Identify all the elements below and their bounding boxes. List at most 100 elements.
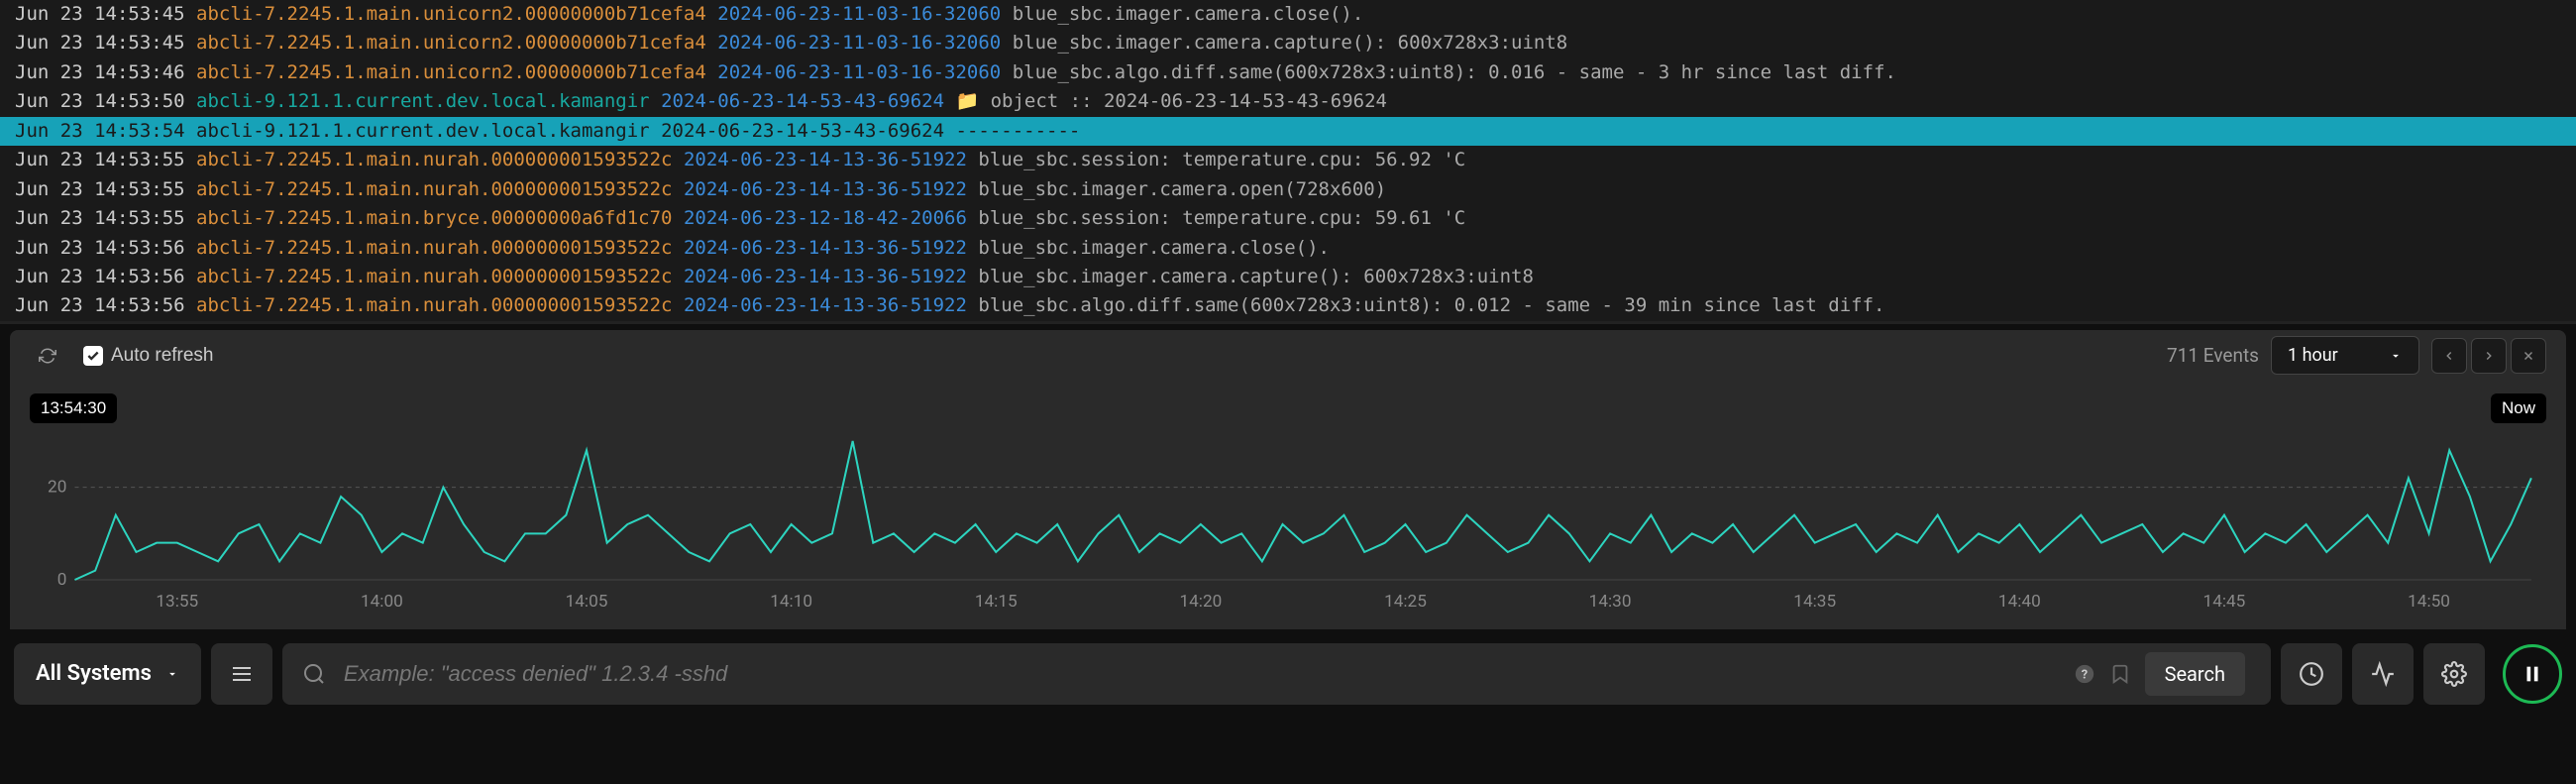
svg-text:14:15: 14:15 xyxy=(975,592,1018,612)
activity-icon xyxy=(2370,661,2396,687)
svg-text:14:45: 14:45 xyxy=(2203,592,2246,612)
live-tail-button[interactable] xyxy=(2352,643,2414,705)
log-message: blue_sbc.algo.diff.same(600x728x3:uint8)… xyxy=(1013,61,1896,83)
log-message: blue_sbc.imager.camera.close(). xyxy=(1013,3,1364,25)
menu-button[interactable] xyxy=(211,643,272,705)
svg-text:14:10: 14:10 xyxy=(770,592,812,612)
log-source: abcli-7.2245.1.main.unicorn2.00000000b71… xyxy=(196,61,706,83)
svg-text:14:00: 14:00 xyxy=(361,592,403,612)
log-message: 📁 object :: 2024-06-23-14-53-43-69624 xyxy=(956,90,1387,112)
log-message: ----------- xyxy=(956,120,1081,142)
log-timestamp: Jun 23 14:53:54 xyxy=(15,120,185,142)
log-timestamp: Jun 23 14:53:45 xyxy=(15,32,185,54)
clock-icon xyxy=(2299,661,2324,687)
svg-text:?: ? xyxy=(2081,667,2087,682)
time-now-badge: Now xyxy=(2491,393,2546,423)
log-session: 2024-06-23-14-53-43-69624 xyxy=(661,120,944,142)
log-source: abcli-7.2245.1.main.bryce.00000000a6fd1c… xyxy=(196,207,672,229)
log-session: 2024-06-23-11-03-16-32060 xyxy=(717,32,1001,54)
log-line[interactable]: Jun 23 14:53:54 abcli-9.121.1.current.de… xyxy=(0,117,2576,146)
log-session: 2024-06-23-14-53-43-69624 xyxy=(661,90,944,112)
next-button[interactable] xyxy=(2471,338,2507,374)
auto-refresh-toggle[interactable]: Auto refresh xyxy=(83,345,214,367)
log-session: 2024-06-23-14-13-36-51922 xyxy=(684,294,967,316)
event-chart[interactable]: 13:54:30 Now 20 0 13:55 14:00 14:05 14:10 14:1… xyxy=(10,382,2566,629)
refresh-button[interactable] xyxy=(30,338,65,374)
log-message: blue_sbc.algo.diff.same(600x728x3:uint8)… xyxy=(978,294,1884,316)
log-timestamp: Jun 23 14:53:55 xyxy=(15,178,185,200)
log-source: abcli-9.121.1.current.dev.local.kamangir xyxy=(196,90,650,112)
control-bar: Auto refresh 711 Events 1 hour xyxy=(10,330,2566,382)
log-message: blue_sbc.imager.camera.capture(): 600x72… xyxy=(1013,32,1568,54)
prev-button[interactable] xyxy=(2431,338,2467,374)
log-source: abcli-7.2245.1.main.nurah.00000000159352… xyxy=(196,237,672,259)
log-message: blue_sbc.imager.camera.close(). xyxy=(978,237,1330,259)
svg-text:14:05: 14:05 xyxy=(566,592,608,612)
log-timestamp: Jun 23 14:53:46 xyxy=(15,61,185,83)
chevron-right-icon xyxy=(2482,349,2496,363)
log-timestamp: Jun 23 14:53:55 xyxy=(15,149,185,170)
svg-text:14:30: 14:30 xyxy=(1589,592,1632,612)
svg-text:14:35: 14:35 xyxy=(1793,592,1836,612)
bookmark-icon[interactable] xyxy=(2109,663,2131,685)
svg-text:14:50: 14:50 xyxy=(2408,592,2450,612)
log-line[interactable]: Jun 23 14:53:55 abcli-7.2245.1.main.nura… xyxy=(0,146,2576,174)
log-line[interactable]: Jun 23 14:53:55 abcli-7.2245.1.main.bryc… xyxy=(0,204,2576,233)
log-source: abcli-7.2245.1.main.nurah.00000000159352… xyxy=(196,178,672,200)
svg-text:13:55: 13:55 xyxy=(156,592,198,612)
systems-label: All Systems xyxy=(36,661,152,686)
search-input[interactable] xyxy=(344,661,2056,687)
log-session: 2024-06-23-12-18-42-20066 xyxy=(684,207,967,229)
close-icon xyxy=(2522,349,2535,363)
help-icon[interactable]: ? xyxy=(2074,663,2095,685)
search-input-wrap: ? Search xyxy=(282,643,2271,705)
log-line[interactable]: Jun 23 14:53:45 abcli-7.2245.1.main.unic… xyxy=(0,29,2576,57)
log-message: blue_sbc.session: temperature.cpu: 59.61… xyxy=(978,207,1465,229)
settings-button[interactable] xyxy=(2423,643,2485,705)
log-source: abcli-7.2245.1.main.nurah.00000000159352… xyxy=(196,266,672,287)
auto-refresh-label: Auto refresh xyxy=(111,345,214,367)
divider xyxy=(0,321,2576,324)
time-range-dropdown[interactable]: 1 hour xyxy=(2271,336,2419,375)
events-count: 711 Events xyxy=(2167,344,2259,367)
search-bar: All Systems ? Search xyxy=(14,639,2562,709)
search-button[interactable]: Search xyxy=(2145,652,2245,696)
history-button[interactable] xyxy=(2281,643,2342,705)
log-message: blue_sbc.session: temperature.cpu: 56.92… xyxy=(978,149,1465,170)
log-source: abcli-7.2245.1.main.nurah.00000000159352… xyxy=(196,149,672,170)
checkbox-checked-icon xyxy=(83,346,103,366)
log-timestamp: Jun 23 14:53:56 xyxy=(15,266,185,287)
svg-text:14:20: 14:20 xyxy=(1179,592,1222,612)
log-line[interactable]: Jun 23 14:53:50 abcli-9.121.1.current.de… xyxy=(0,87,2576,116)
log-source: abcli-7.2245.1.main.unicorn2.00000000b71… xyxy=(196,3,706,25)
svg-text:14:25: 14:25 xyxy=(1384,592,1427,612)
svg-text:20: 20 xyxy=(48,478,66,498)
log-line[interactable]: Jun 23 14:53:56 abcli-7.2245.1.main.nura… xyxy=(0,263,2576,291)
log-session: 2024-06-23-11-03-16-32060 xyxy=(717,61,1001,83)
log-viewer[interactable]: Jun 23 14:53:45 abcli-7.2245.1.main.unic… xyxy=(0,0,2576,321)
time-start-badge: 13:54:30 xyxy=(30,393,117,423)
chart-svg: 20 0 13:55 14:00 14:05 14:10 14:15 14:20 14:25 14… xyxy=(35,396,2541,615)
pause-button[interactable] xyxy=(2503,644,2562,704)
log-session: 2024-06-23-14-13-36-51922 xyxy=(684,178,967,200)
log-session: 2024-06-23-14-13-36-51922 xyxy=(684,237,967,259)
log-timestamp: Jun 23 14:53:50 xyxy=(15,90,185,112)
log-line[interactable]: Jun 23 14:53:56 abcli-7.2245.1.main.nura… xyxy=(0,234,2576,263)
log-source: abcli-7.2245.1.main.unicorn2.00000000b71… xyxy=(196,32,706,54)
log-session: 2024-06-23-11-03-16-32060 xyxy=(717,3,1001,25)
gear-icon xyxy=(2441,661,2467,687)
log-session: 2024-06-23-14-13-36-51922 xyxy=(684,266,967,287)
log-line[interactable]: Jun 23 14:53:56 abcli-7.2245.1.main.nura… xyxy=(0,291,2576,320)
svg-text:0: 0 xyxy=(57,570,67,590)
log-line[interactable]: Jun 23 14:53:45 abcli-7.2245.1.main.unic… xyxy=(0,0,2576,29)
log-timestamp: Jun 23 14:53:45 xyxy=(15,3,185,25)
log-timestamp: Jun 23 14:53:56 xyxy=(15,237,185,259)
systems-dropdown[interactable]: All Systems xyxy=(14,643,201,705)
close-button[interactable] xyxy=(2511,338,2546,374)
log-timestamp: Jun 23 14:53:56 xyxy=(15,294,185,316)
hamburger-icon xyxy=(230,662,254,686)
pause-icon xyxy=(2522,663,2543,685)
log-line[interactable]: Jun 23 14:53:46 abcli-7.2245.1.main.unic… xyxy=(0,58,2576,87)
log-line[interactable]: Jun 23 14:53:55 abcli-7.2245.1.main.nura… xyxy=(0,175,2576,204)
log-source: abcli-9.121.1.current.dev.local.kamangir xyxy=(196,120,650,142)
